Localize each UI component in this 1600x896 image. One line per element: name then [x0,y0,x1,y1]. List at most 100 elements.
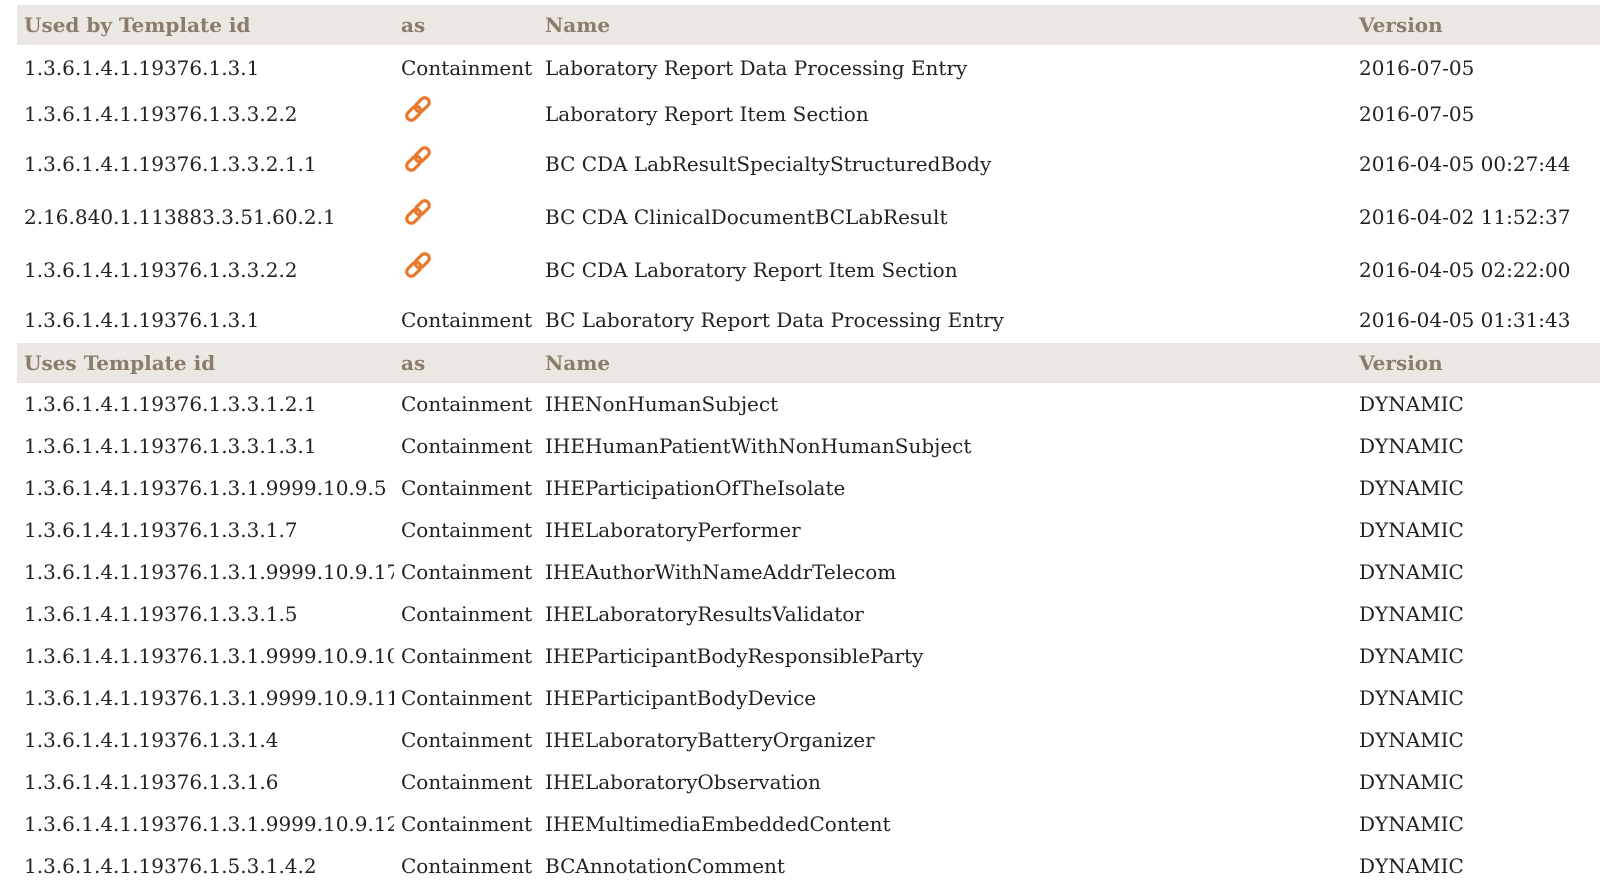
version-cell: DYNAMIC [1359,728,1464,752]
name-cell: IHENonHumanSubject [545,392,779,416]
template-relationships-table: Used by Template id as Name Version 1.3.… [17,5,1600,887]
name-cell: BC CDA LabResultSpecialtyStructuredBody [545,151,992,176]
template-id-cell: 1.3.6.1.4.1.19376.1.3.1.4 [24,728,279,752]
name-cell: IHEParticipationOfTheIsolate [545,476,846,500]
name-cell: IHEParticipantBodyResponsibleParty [545,644,924,668]
template-id-cell: 1.3.6.1.4.1.19376.1.3.1.9999.10.9.5 [24,476,387,500]
template-id-cell: 1.3.6.1.4.1.19376.1.3.3.2.1.1 [24,151,317,176]
table-row: 2.16.840.1.113883.3.51.60.2.1 BC CDA Cli… [17,190,1600,243]
table-row: 1.3.6.1.4.1.19376.1.3.1.9999.10.9.17 Con… [17,551,1600,593]
table-row: 1.3.6.1.4.1.19376.1.3.1 Containment BC L… [17,296,1600,343]
name-cell: BCAnnotationComment [545,854,785,878]
as-cell: Containment [401,476,533,500]
template-id-cell: 2.16.840.1.113883.3.51.60.2.1 [24,204,336,229]
name-cell: IHELaboratoryBatteryOrganizer [545,728,875,752]
name-cell: BC CDA ClinicalDocumentBCLabResult [545,204,948,229]
version-cell: 2016-04-02 11:52:37 [1359,204,1571,229]
name-cell: IHEParticipantBodyDevice [545,686,817,710]
as-cell [394,137,538,190]
as-cell [394,90,538,137]
as-cell: Containment [401,307,533,332]
version-cell: DYNAMIC [1359,644,1464,668]
version-cell: 2016-07-05 [1359,55,1475,80]
table-row: 1.3.6.1.4.1.19376.1.3.3.2.2 BC CDA Labor… [17,243,1600,296]
table-row: 1.3.6.1.4.1.19376.1.3.1.9999.10.9.10 Con… [17,635,1600,677]
uses-as-header: as [394,343,538,383]
used-by-as-header: as [394,5,538,45]
name-cell: IHEHumanPatientWithNonHumanSubject [545,434,972,458]
name-cell: BC Laboratory Report Data Processing Ent… [545,307,1004,332]
used-by-template-id-header: Used by Template id [17,5,394,45]
template-id-cell: 1.3.6.1.4.1.19376.1.3.3.1.5 [24,602,298,626]
template-id-cell: 1.3.6.1.4.1.19376.1.3.1.9999.10.9.17 [24,560,394,584]
table-row: 1.3.6.1.4.1.19376.1.3.3.1.3.1 Containmen… [17,425,1600,467]
as-cell [394,243,538,296]
version-cell: DYNAMIC [1359,518,1464,542]
as-cell [394,190,538,243]
version-cell: 2016-04-05 01:31:43 [1359,307,1571,332]
template-id-cell: 1.3.6.1.4.1.19376.1.3.1.6 [24,770,279,794]
as-cell: Containment [401,55,533,80]
template-id-cell: 1.3.6.1.4.1.19376.1.5.3.1.4.2 [24,854,317,878]
table-row: 1.3.6.1.4.1.19376.1.3.1.4 Containment IH… [17,719,1600,761]
template-id-cell: 1.3.6.1.4.1.19376.1.3.1.9999.10.9.12 [24,812,394,836]
as-cell: Containment [401,392,533,416]
as-cell: Containment [401,644,533,668]
name-cell: IHEAuthorWithNameAddrTelecom [545,560,897,584]
link-icon[interactable] [401,248,435,282]
table-row: 1.3.6.1.4.1.19376.1.3.3.1.7 Containment … [17,509,1600,551]
name-cell: Laboratory Report Data Processing Entry [545,55,968,80]
table-row: 1.3.6.1.4.1.19376.1.3.1.9999.10.9.11 Con… [17,677,1600,719]
template-id-cell: 1.3.6.1.4.1.19376.1.3.3.2.2 [24,257,298,282]
table-row: 1.3.6.1.4.1.19376.1.3.1.9999.10.9.12 Con… [17,803,1600,845]
uses-template-id-header: Uses Template id [17,343,394,383]
as-cell: Containment [401,434,533,458]
version-cell: DYNAMIC [1359,812,1464,836]
link-icon[interactable] [401,92,435,126]
uses-header-row: Uses Template id as Name Version [17,343,1600,383]
name-cell: IHELaboratoryPerformer [545,518,801,542]
version-cell: DYNAMIC [1359,686,1464,710]
version-cell: 2016-07-05 [1359,101,1475,126]
table-row: 1.3.6.1.4.1.19376.1.3.3.2.1.1 BC CDA Lab… [17,137,1600,190]
name-cell: IHELaboratoryObservation [545,770,821,794]
as-cell: Containment [401,812,533,836]
as-cell: Containment [401,728,533,752]
table-row: 1.3.6.1.4.1.19376.1.3.3.1.5 Containment … [17,593,1600,635]
as-cell: Containment [401,686,533,710]
link-icon[interactable] [401,142,435,176]
table-row: 1.3.6.1.4.1.19376.1.3.3.2.2 Laboratory R… [17,90,1600,137]
name-cell: IHEMultimediaEmbeddedContent [545,812,891,836]
template-id-cell: 1.3.6.1.4.1.19376.1.3.1 [24,307,260,332]
used-by-name-header: Name [538,5,1352,45]
as-cell: Containment [401,770,533,794]
template-id-cell: 1.3.6.1.4.1.19376.1.3.3.1.3.1 [24,434,317,458]
template-id-cell: 1.3.6.1.4.1.19376.1.3.3.1.2.1 [24,392,317,416]
version-cell: DYNAMIC [1359,560,1464,584]
name-cell: BC CDA Laboratory Report Item Section [545,257,958,282]
version-cell: DYNAMIC [1359,854,1464,878]
version-cell: 2016-04-05 00:27:44 [1359,151,1571,176]
version-cell: DYNAMIC [1359,602,1464,626]
version-cell: 2016-04-05 02:22:00 [1359,257,1571,282]
template-id-cell: 1.3.6.1.4.1.19376.1.3.1.9999.10.9.11 [24,686,394,710]
template-id-cell: 1.3.6.1.4.1.19376.1.3.1 [24,55,260,80]
template-id-cell: 1.3.6.1.4.1.19376.1.3.3.1.7 [24,518,298,542]
name-cell: Laboratory Report Item Section [545,101,869,126]
template-id-cell: 1.3.6.1.4.1.19376.1.3.1.9999.10.9.10 [24,644,394,668]
used-by-version-header: Version [1352,5,1600,45]
table-row: 1.3.6.1.4.1.19376.1.5.3.1.4.2 Containmen… [17,845,1600,887]
version-cell: DYNAMIC [1359,770,1464,794]
version-cell: DYNAMIC [1359,434,1464,458]
link-icon[interactable] [401,195,435,229]
used-by-header-row: Used by Template id as Name Version [17,5,1600,45]
as-cell: Containment [401,518,533,542]
uses-version-header: Version [1352,343,1600,383]
uses-name-header: Name [538,343,1352,383]
table-row: 1.3.6.1.4.1.19376.1.3.1 Containment Labo… [17,45,1600,90]
template-id-cell: 1.3.6.1.4.1.19376.1.3.3.2.2 [24,101,298,126]
as-cell: Containment [401,602,533,626]
as-cell: Containment [401,854,533,878]
version-cell: DYNAMIC [1359,476,1464,500]
template-relationships-panel: Used by Template id as Name Version 1.3.… [17,5,1600,887]
